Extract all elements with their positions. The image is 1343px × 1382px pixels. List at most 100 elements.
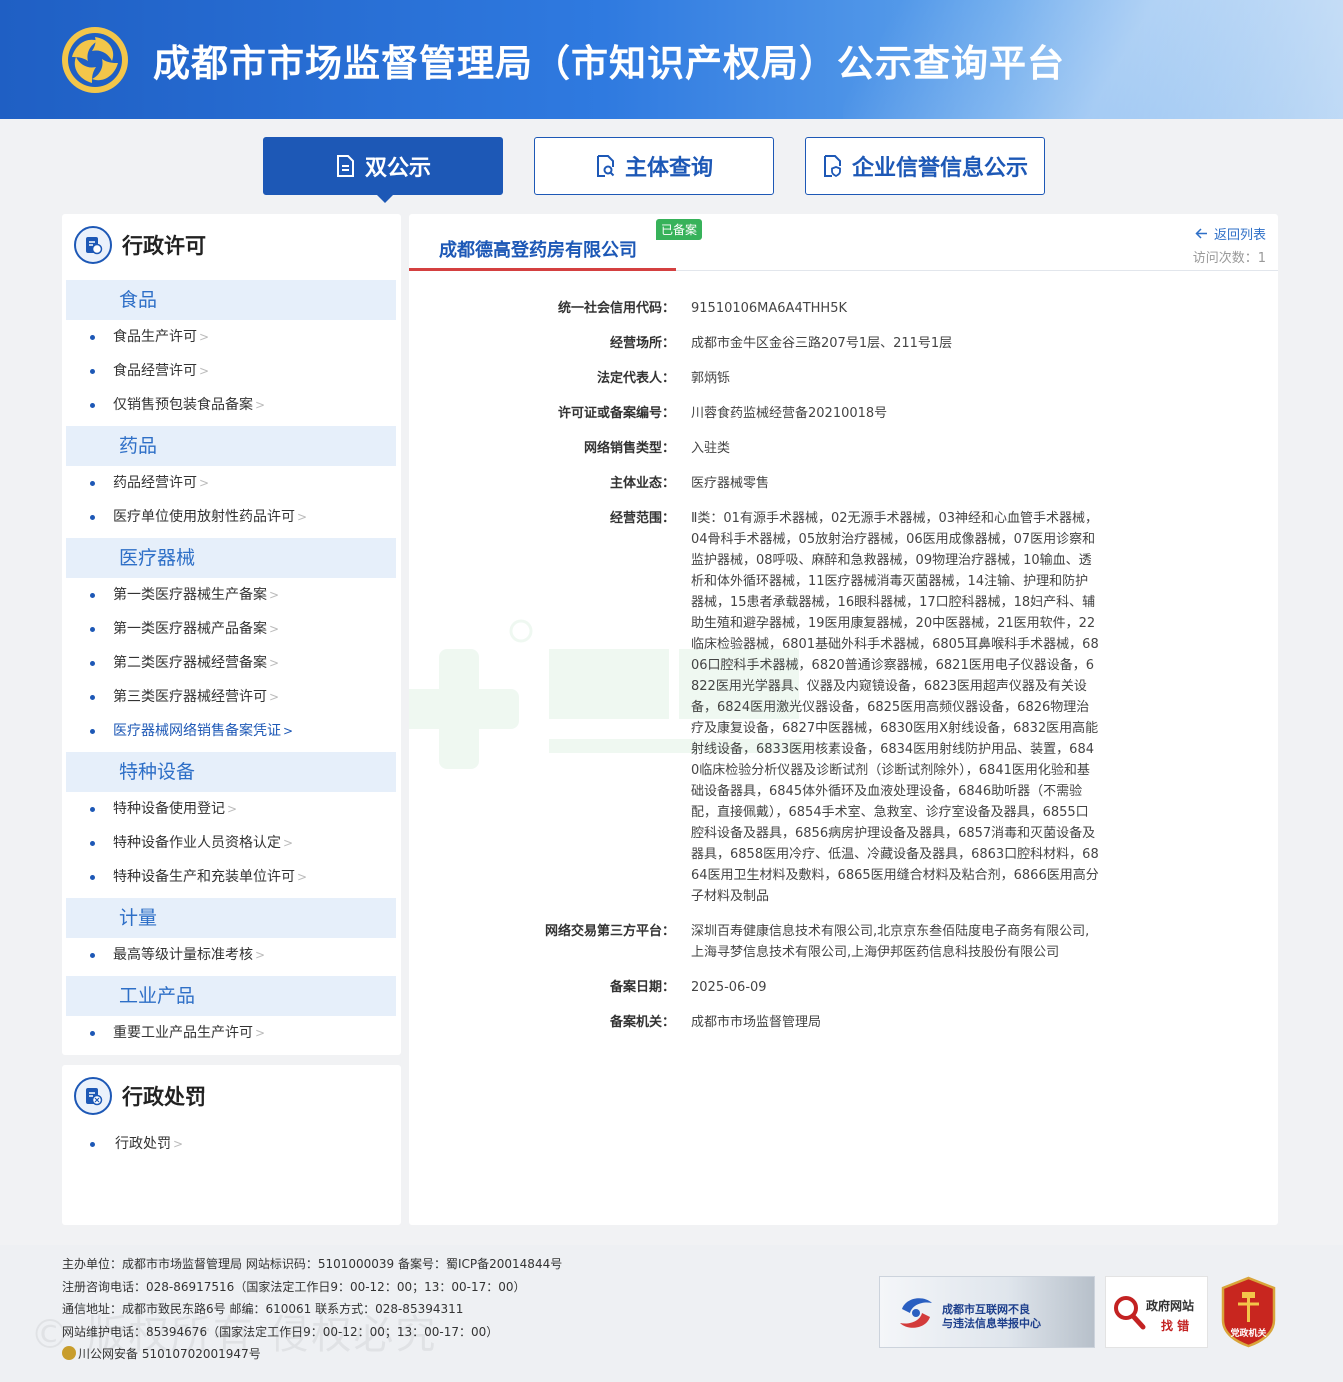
sidebar-item-label: 食品经营许可 xyxy=(113,363,197,379)
sidebar-category-special-equipment[interactable]: 特种设备 xyxy=(66,752,396,792)
field-label: 法定代表人： xyxy=(596,371,675,386)
field-record-authority: 备案机关： 成都市市场监督管理局 xyxy=(409,1012,1278,1033)
main-nav: 双公示 主体查询 企业信誉信息公示 xyxy=(0,137,1343,207)
sidebar-item[interactable]: 食品生产许可 > xyxy=(62,320,401,354)
report-center-line2: 与违法信息举报中心 xyxy=(942,1317,1041,1330)
penalty-icon xyxy=(74,1077,112,1115)
field-label: 网络交易第三方平台： xyxy=(544,924,675,939)
chevron-right-icon: > xyxy=(255,948,266,962)
sidebar-category-drug[interactable]: 药品 xyxy=(66,426,396,466)
sidebar-item-label: 第一类医疗器械产品备案 xyxy=(113,621,267,637)
document-icon xyxy=(336,155,354,177)
sidebar-item-label: 第一类医疗器械生产备案 xyxy=(113,587,267,603)
sidebar-category-food[interactable]: 食品 xyxy=(66,280,396,320)
chevron-right-icon: > xyxy=(269,656,280,670)
sidebar-license-title: 行政许可 xyxy=(122,234,206,258)
field-value: 深圳百寿健康信息技术有限公司,北京京东叁佰陆度电子商务有限公司,上海寻梦信息技术… xyxy=(691,924,1090,960)
sidebar-item[interactable]: 特种设备生产和充装单位许可 > xyxy=(62,860,401,894)
sidebar-item-label: 重要工业产品生产许可 xyxy=(113,1025,253,1041)
chevron-right-icon: > xyxy=(255,398,266,412)
field-label: 经营场所： xyxy=(609,336,675,351)
tab-entity-query[interactable]: 主体查询 xyxy=(534,137,774,195)
sidebar-item-selected[interactable]: 医疗器械网络销售备案凭证 > xyxy=(62,714,401,748)
field-business-scope: 经营范围： Ⅱ类：01有源手术器械，02无源手术器械，03神经和心血管手术器械，0… xyxy=(409,508,1278,907)
detail-header: 成都德高登药房有限公司 已备案 返回列表 访问次数：1 xyxy=(409,214,1278,271)
sidebar-item-label: 仅销售预包装食品备案 xyxy=(113,397,253,413)
sidebar-item-label: 医疗器械网络销售备案凭证 xyxy=(113,723,281,739)
footer-line-police[interactable]: 川公网安备 51010702001947号 xyxy=(62,1343,562,1366)
sidebar-item[interactable]: 第三类医疗器械经营许可 > xyxy=(62,680,401,714)
sidebar-item[interactable]: 医疗单位使用放射性药品许可 > xyxy=(62,500,401,534)
gov-website-error-banner[interactable]: 政府网站 找 错 xyxy=(1105,1276,1208,1348)
field-label: 网络销售类型： xyxy=(583,441,675,456)
sidebar-penalty-title: 行政处罚 xyxy=(122,1085,206,1109)
chevron-right-icon: > xyxy=(199,364,210,378)
sidebar-item[interactable]: 食品经营许可 > xyxy=(62,354,401,388)
sidebar-item[interactable]: 仅销售预包装食品备案 > xyxy=(62,388,401,422)
report-center-logo-icon xyxy=(900,1298,932,1328)
sidebar-item[interactable]: 重要工业产品生产许可 > xyxy=(62,1016,401,1050)
chevron-right-icon: > xyxy=(269,622,280,636)
sidebar-item[interactable]: 行政处罚 > xyxy=(62,1127,401,1161)
sidebar-item-label: 特种设备使用登记 xyxy=(113,801,225,817)
company-name: 成都德高登药房有限公司 xyxy=(439,240,637,261)
sidebar-item[interactable]: 药品经营许可 > xyxy=(62,466,401,500)
field-value: 医疗器械零售 xyxy=(691,476,770,491)
chevron-right-icon: > xyxy=(173,1137,184,1151)
field-business-format: 主体业态： 医疗器械零售 xyxy=(409,473,1278,494)
police-record-text: 川公网安备 51010702001947号 xyxy=(78,1347,261,1361)
tab-dual-publicity[interactable]: 双公示 xyxy=(263,137,503,203)
back-to-list-link[interactable]: 返回列表 xyxy=(1195,224,1266,243)
field-value: 91510106MA6A4THH5K xyxy=(691,301,847,316)
field-value: 成都市市场监督管理局 xyxy=(691,1015,822,1030)
field-address: 经营场所： 成都市金牛区金谷三路207号1层、211号1层 xyxy=(409,333,1278,354)
chevron-right-icon: > xyxy=(269,690,280,704)
field-value: 郭炳铄 xyxy=(691,371,731,386)
field-value: 成都市金牛区金谷三路207号1层、211号1层 xyxy=(691,336,953,351)
field-value: 入驻类 xyxy=(691,441,731,456)
chevron-right-icon: > xyxy=(283,836,294,850)
sidebar-license-header: 行政许可 xyxy=(62,214,401,276)
report-center-banner[interactable]: 成都市互联网不良 与违法信息举报中心 xyxy=(879,1276,1095,1348)
sidebar-item-label: 最高等级计量标准考核 xyxy=(113,947,253,963)
field-label: 统一社会信用代码： xyxy=(557,301,675,316)
field-value: 川蓉食药监械经营备20210018号 xyxy=(691,406,888,421)
police-badge-icon xyxy=(62,1346,76,1360)
sidebar-category-industrial-products[interactable]: 工业产品 xyxy=(66,976,396,1016)
sidebar-item-label: 行政处罚 xyxy=(115,1136,171,1152)
sidebar-item[interactable]: 第一类医疗器械生产备案 > xyxy=(62,578,401,612)
footer-line-hotline: 注册咨询电话：028-86917516（国家法定工作日9：00-12：00；13… xyxy=(62,1279,526,1294)
sidebar-item[interactable]: 特种设备使用登记 > xyxy=(62,792,401,826)
footer-line-sponsor: 主办单位：成都市市场监督管理局 网站标识码：5101000039 备案号：蜀IC… xyxy=(62,1257,563,1271)
sidebar-item-label: 第二类医疗器械经营备案 xyxy=(113,655,267,671)
party-gov-badge[interactable]: 党政机关 xyxy=(1220,1276,1277,1348)
field-record-date: 备案日期： 2025-06-09 xyxy=(409,977,1278,998)
sidebar-category-medical-device[interactable]: 医疗器械 xyxy=(66,538,396,578)
chevron-right-icon: > xyxy=(255,1026,266,1040)
tab-credit-publicity[interactable]: 企业信誉信息公示 xyxy=(805,137,1045,195)
field-label: 备案机关： xyxy=(609,1015,675,1030)
sidebar-category-metrology[interactable]: 计量 xyxy=(66,898,396,938)
sidebar-item[interactable]: 特种设备作业人员资格认定 > xyxy=(62,826,401,860)
company-underline xyxy=(409,268,676,271)
sidebar-license-card: 行政许可 食品 食品生产许可 > 食品经营许可 > 仅销售预包装食品备案 > 药品 药… xyxy=(62,214,401,1055)
status-badge: 已备案 xyxy=(656,219,703,240)
chevron-right-icon: > xyxy=(199,476,210,490)
magnifier-icon xyxy=(1114,1296,1146,1330)
sidebar-item[interactable]: 第二类医疗器械经营备案 > xyxy=(62,646,401,680)
detail-fields: 统一社会信用代码： 91510106MA6A4THH5K 经营场所： 成都市金牛区金… xyxy=(409,298,1278,1047)
gov-website-line1: 政府网站 xyxy=(1146,1299,1195,1313)
footer-info: 主办单位：成都市市场监督管理局 网站标识码：5101000039 备案号：蜀IC… xyxy=(62,1253,562,1366)
sidebar-item[interactable]: 第一类医疗器械产品备案 > xyxy=(62,612,401,646)
visit-count: 访问次数：1 xyxy=(1192,251,1266,266)
sidebar-item[interactable]: 最高等级计量标准考核 > xyxy=(62,938,401,972)
field-label: 主体业态： xyxy=(609,476,675,491)
detail-card: 成都德高登药房有限公司 已备案 返回列表 访问次数：1 统一社会信用代码： 915… xyxy=(409,214,1278,1225)
sidebar-penalty-card: 行政处罚 行政处罚 > xyxy=(62,1065,401,1225)
sidebar-item-label: 医疗单位使用放射性药品许可 xyxy=(113,509,295,525)
sidebar-item-label: 药品经营许可 xyxy=(113,475,197,491)
document-search-icon xyxy=(596,155,615,177)
chevron-right-icon: > xyxy=(227,802,238,816)
footer-line-maintenance: 网站维护电话：85394676（国家法定工作日9：00-12：00；13：00-… xyxy=(62,1324,499,1339)
arrow-left-icon xyxy=(1195,228,1207,239)
